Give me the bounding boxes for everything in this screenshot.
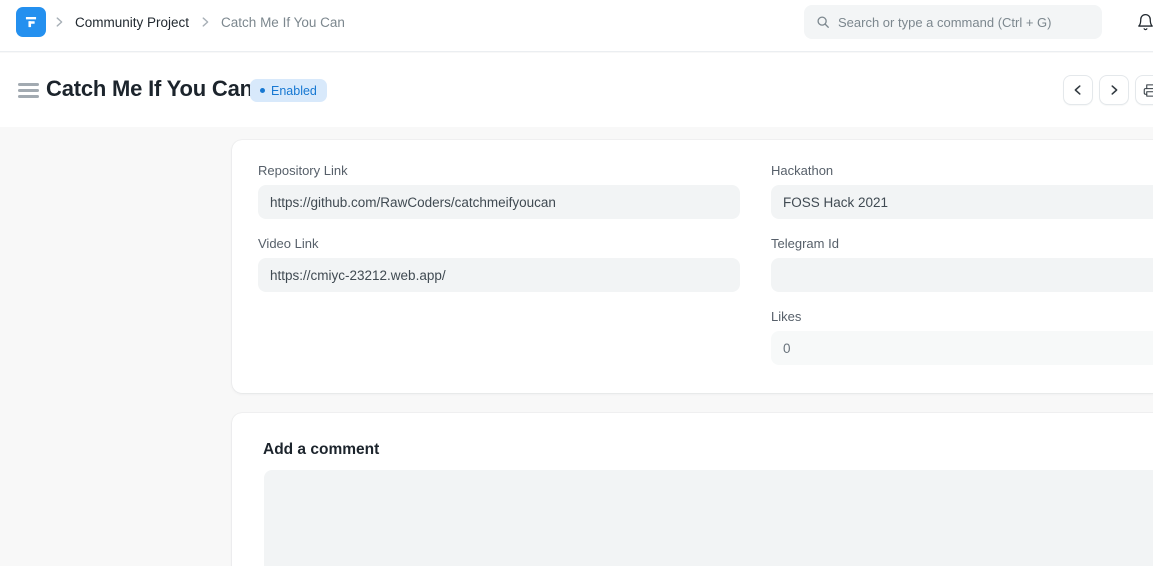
status-dot-icon — [260, 88, 265, 93]
bell-icon — [1136, 13, 1153, 32]
field-label: Video Link — [258, 237, 740, 251]
frappe-logo-button[interactable] — [16, 7, 46, 37]
main-content: Repository Link Video Link Hackathon Tel… — [0, 127, 1153, 566]
field-label: Likes — [771, 310, 1153, 324]
notification-bell-button[interactable] — [1134, 11, 1153, 33]
comment-card: Add a comment — [232, 413, 1153, 566]
breadcrumb-item-catch-me-if-you-can[interactable]: Catch Me If You Can — [221, 15, 345, 30]
field-label: Repository Link — [258, 164, 740, 178]
breadcrumb-chevron-icon — [198, 15, 212, 29]
chevron-left-icon — [1071, 83, 1085, 97]
navbar: Community Project Catch Me If You Can — [0, 0, 1153, 52]
hackathon-input[interactable] — [771, 185, 1153, 219]
field-label: Hackathon — [771, 164, 1153, 178]
search-icon — [816, 15, 830, 29]
app: Community Project Catch Me If You Can — [0, 0, 1153, 566]
telegram-id-input[interactable] — [771, 258, 1153, 292]
printer-icon — [1143, 83, 1153, 98]
breadcrumb: Community Project Catch Me If You Can — [52, 0, 345, 44]
comment-heading: Add a comment — [263, 441, 379, 459]
menu-icon — [18, 89, 39, 92]
menu-icon — [18, 83, 39, 86]
previous-document-button[interactable] — [1063, 75, 1093, 105]
menu-icon — [18, 95, 39, 98]
print-button[interactable] — [1135, 75, 1153, 105]
field-telegram-id: Telegram Id — [771, 237, 1153, 292]
search-bar[interactable] — [804, 5, 1102, 39]
field-hackathon: Hackathon — [771, 164, 1153, 219]
page-title: Catch Me If You Can — [46, 76, 253, 102]
sidebar-toggle-button[interactable] — [18, 81, 39, 100]
field-repository-link: Repository Link — [258, 164, 740, 219]
search-input[interactable] — [838, 15, 1090, 30]
breadcrumb-chevron-icon — [52, 15, 66, 29]
field-label: Telegram Id — [771, 237, 1153, 251]
frappe-logo-icon — [22, 13, 40, 31]
chevron-right-icon — [1107, 83, 1121, 97]
field-video-link: Video Link — [258, 237, 740, 292]
next-document-button[interactable] — [1099, 75, 1129, 105]
repository-link-input[interactable] — [258, 185, 740, 219]
breadcrumb-item-community-project[interactable]: Community Project — [75, 15, 189, 30]
field-likes: Likes — [771, 310, 1153, 365]
form-card: Repository Link Video Link Hackathon Tel… — [232, 140, 1153, 393]
status-label: Enabled — [271, 84, 317, 98]
comment-input[interactable] — [264, 470, 1153, 566]
video-link-input[interactable] — [258, 258, 740, 292]
likes-input[interactable] — [771, 331, 1153, 365]
app-viewport: Community Project Catch Me If You Can — [0, 0, 1153, 566]
status-badge: Enabled — [250, 79, 327, 102]
